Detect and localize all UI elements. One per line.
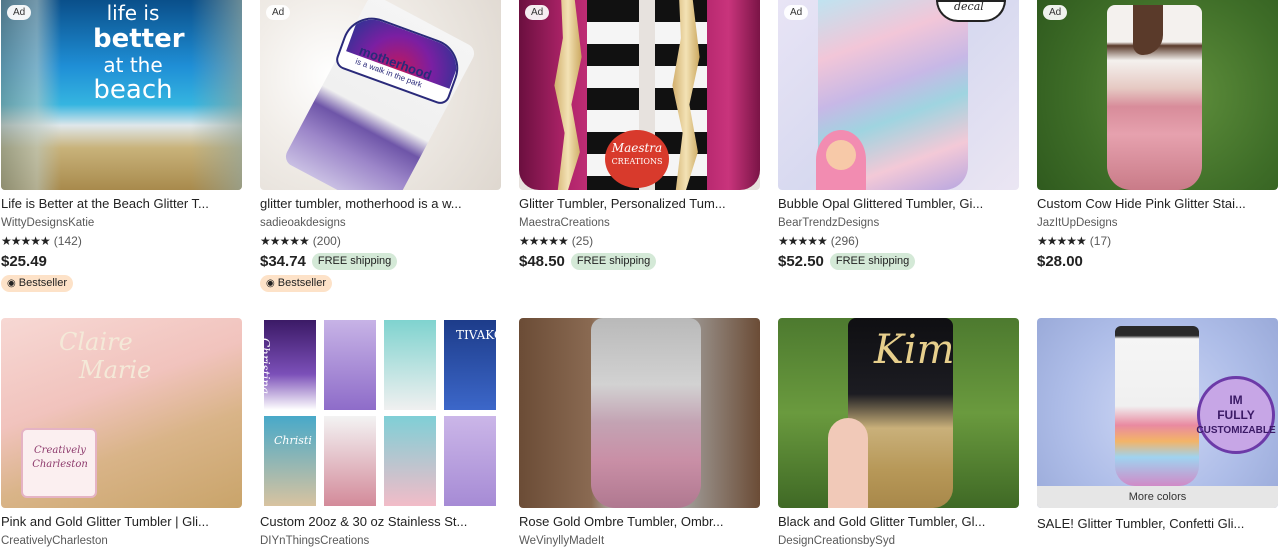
overlay-text: Marie (79, 356, 152, 384)
rating: ★★★★★ (200) (260, 234, 501, 248)
overlay-text: better (93, 24, 185, 54)
listing-image[interactable]: Ad Maestra CREATIONS (519, 0, 760, 190)
star-icon: ★★★★★ (260, 234, 310, 248)
ad-badge: Ad (784, 5, 809, 20)
price-row: $28.00 (1037, 253, 1278, 270)
star-icon: ★★★★★ (778, 234, 828, 248)
listing-title[interactable]: Bubble Opal Glittered Tumbler, Gi... (778, 196, 1019, 212)
ad-badge: Ad (7, 5, 32, 20)
listing-card[interactable]: Ad life is better at the beach Life is B… (1, 0, 242, 292)
listing-image[interactable]: IM FULLY CUSTOMIZABLE More colors (1037, 318, 1278, 508)
bestseller-badge: ◉ Bestseller (260, 275, 333, 292)
ribbon-icon: ◉ (7, 278, 16, 289)
overlay-text: TIVAKO (456, 328, 501, 342)
price: $52.50 (778, 253, 824, 270)
overlay-text: Charleston (32, 459, 88, 470)
review-count: (25) (571, 234, 594, 248)
overlay-text: Creatively (34, 445, 86, 456)
shop-name[interactable]: CreativelyCharleston (1, 534, 242, 548)
listing-card[interactable]: Ad Maestra CREATIONS Glitter Tumbler, Pe… (519, 0, 760, 270)
ad-badge: Ad (525, 5, 550, 20)
listing-card[interactable]: Ad motherhood is a walk in the park glit… (260, 0, 501, 292)
rating: ★★★★★ (17) (1037, 234, 1278, 248)
rating: ★★★★★ (296) (778, 234, 1019, 248)
star-icon: ★★★★★ (1037, 234, 1087, 248)
bestseller-badge: ◉ Bestseller (1, 275, 74, 292)
overlay-text: at the (103, 53, 163, 77)
listing-title[interactable]: Rose Gold Ombre Tumbler, Ombr... (519, 514, 760, 530)
listing-card[interactable]: Claire Marie Creatively Charleston Pink … (1, 318, 242, 548)
listing-image[interactable]: Ad (1037, 0, 1278, 190)
overlay-text: Maestra (611, 141, 663, 155)
price-row: $52.50 FREE shipping (778, 253, 1019, 270)
free-shipping-badge: FREE shipping (570, 253, 657, 270)
listing-card[interactable]: Christina TIVAKO Christi Custom 20oz & 3… (260, 318, 501, 548)
listing-card[interactable]: Ad decal Bubble Opal Glittered Tumbler, … (778, 0, 1019, 270)
listing-image[interactable] (519, 318, 760, 508)
listing-image[interactable]: Claire Marie Creatively Charleston (1, 318, 242, 508)
overlay-text: beach (93, 75, 173, 105)
overlay-text: FULLY (1217, 407, 1255, 422)
shop-name[interactable]: DIYnThingsCreations (260, 534, 501, 548)
listing-card[interactable]: Ad Custom Cow Hide Pink Glitter Stai... … (1037, 0, 1278, 270)
listing-image[interactable]: Christina TIVAKO Christi (260, 318, 501, 508)
overlay-text: CUSTOMIZABLE (1196, 424, 1276, 436)
shop-name[interactable]: sadieoakdesigns (260, 216, 501, 230)
overlay-text: Christi (274, 434, 312, 447)
star-icon: ★★★★★ (1, 234, 51, 248)
shop-name[interactable]: DesignCreationsbySyd (778, 534, 1019, 548)
rating: ★★★★★ (25) (519, 234, 760, 248)
listing-card[interactable]: Kim Black and Gold Glitter Tumbler, Gl..… (778, 318, 1019, 548)
more-colors-button[interactable]: More colors (1037, 486, 1278, 508)
shop-name[interactable]: WittyDesignsKatie (1, 216, 242, 230)
ribbon-icon: ◉ (266, 278, 275, 289)
shop-name[interactable]: JazItUpDesigns (1037, 216, 1278, 230)
price-row: $25.49 (1, 253, 242, 270)
review-count: (17) (1089, 234, 1112, 248)
shop-name[interactable]: MaestraCreations (519, 216, 760, 230)
review-count: (142) (53, 234, 82, 248)
free-shipping-badge: FREE shipping (311, 253, 398, 270)
listing-image[interactable]: Ad motherhood is a walk in the park (260, 0, 501, 190)
overlay-text: Claire (59, 328, 133, 356)
shop-name[interactable]: WeVinyllyMadeIt (519, 534, 760, 548)
overlay-text: life is (106, 1, 160, 25)
listing-title[interactable]: glitter tumbler, motherhood is a w... (260, 196, 501, 212)
price: $28.00 (1037, 253, 1083, 270)
listing-title[interactable]: Custom 20oz & 30 oz Stainless St... (260, 514, 501, 530)
listing-card[interactable]: Rose Gold Ombre Tumbler, Ombr... WeVinyl… (519, 318, 760, 548)
listing-image[interactable]: Ad decal (778, 0, 1019, 190)
price: $25.49 (1, 253, 47, 270)
price-row: $48.50 FREE shipping (519, 253, 760, 270)
listing-title[interactable]: Pink and Gold Glitter Tumbler | Gli... (1, 514, 242, 530)
listing-title[interactable]: SALE! Glitter Tumbler, Confetti Gli... (1037, 516, 1278, 532)
review-count: (200) (312, 234, 341, 248)
listing-title[interactable]: Life is Better at the Beach Glitter T... (1, 196, 242, 212)
listing-image[interactable]: Ad life is better at the beach (1, 0, 242, 190)
shop-name[interactable]: BearTrendzDesigns (778, 216, 1019, 230)
price: $34.74 (260, 253, 306, 270)
rating: ★★★★★ (142) (1, 234, 242, 248)
review-count: (296) (830, 234, 859, 248)
bestseller-label: Bestseller (277, 277, 327, 289)
bestseller-label: Bestseller (18, 277, 68, 289)
overlay-text: IM (1229, 392, 1243, 407)
overlay-text: decal (954, 0, 984, 13)
price: $48.50 (519, 253, 565, 270)
star-icon: ★★★★★ (519, 234, 569, 248)
overlay-text: CREATIONS (611, 157, 663, 166)
listing-title[interactable]: Glitter Tumbler, Personalized Tum... (519, 196, 760, 212)
overlay-text: Kim (874, 327, 955, 373)
free-shipping-badge: FREE shipping (829, 253, 916, 270)
listing-title[interactable]: Black and Gold Glitter Tumbler, Gl... (778, 514, 1019, 530)
price-row: $34.74 FREE shipping (260, 253, 501, 270)
ad-badge: Ad (1043, 5, 1068, 20)
overlay-text: Christina (260, 338, 272, 395)
listing-image[interactable]: Kim (778, 318, 1019, 508)
listing-title[interactable]: Custom Cow Hide Pink Glitter Stai... (1037, 196, 1278, 212)
listing-card[interactable]: IM FULLY CUSTOMIZABLE More colors SALE! … (1037, 318, 1278, 532)
ad-badge: Ad (266, 5, 291, 20)
